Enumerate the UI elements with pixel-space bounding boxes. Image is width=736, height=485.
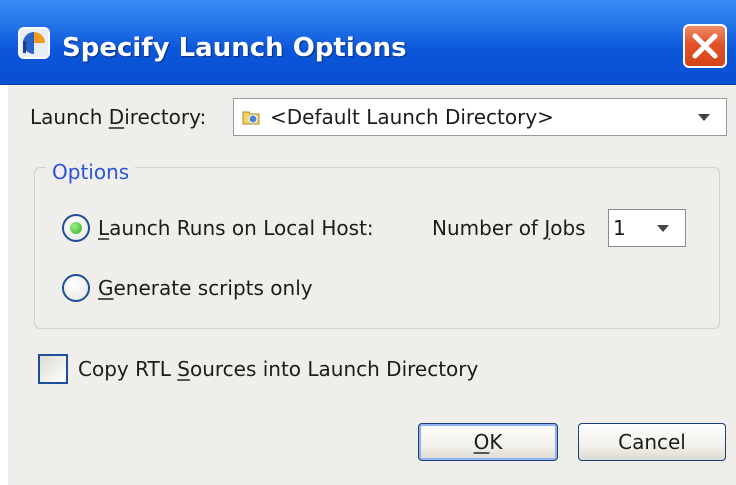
number-of-jobs-label: Number of Jobs	[432, 216, 586, 240]
cancel-button[interactable]: Cancel	[578, 423, 726, 461]
chevron-down-icon[interactable]	[657, 225, 669, 232]
chevron-down-icon[interactable]	[698, 114, 710, 121]
close-icon	[692, 33, 718, 59]
launch-directory-label: Launch Directory:	[30, 105, 207, 129]
copy-rtl-checkbox[interactable]	[38, 354, 68, 384]
local-host-label[interactable]: Launch Runs on Local Host:	[98, 214, 374, 242]
options-group-title: Options	[46, 159, 136, 185]
generate-scripts-label[interactable]: Generate scripts only	[98, 274, 313, 302]
title-bar[interactable]: Specify Launch Options	[0, 0, 736, 85]
number-of-jobs-value: 1	[613, 216, 626, 240]
launch-options-dialog: Specify Launch Options Launch Directory:…	[0, 0, 736, 485]
options-group	[34, 167, 720, 329]
close-button[interactable]	[683, 24, 727, 68]
local-host-radio[interactable]	[62, 214, 90, 242]
ok-button[interactable]: OK	[418, 423, 558, 461]
launch-directory-value: <Default Launch Directory>	[270, 105, 554, 129]
number-of-jobs-select[interactable]: 1	[608, 209, 686, 247]
copy-rtl-label[interactable]: Copy RTL Sources into Launch Directory	[78, 355, 478, 383]
window-title: Specify Launch Options	[62, 33, 407, 63]
app-icon	[18, 27, 50, 59]
generate-scripts-radio[interactable]	[62, 274, 90, 302]
dialog-body: Launch Directory: <Default Launch Direct…	[8, 85, 736, 485]
radio-selected-dot	[70, 222, 82, 234]
folder-icon	[242, 111, 260, 125]
launch-directory-select[interactable]: <Default Launch Directory>	[233, 98, 727, 136]
